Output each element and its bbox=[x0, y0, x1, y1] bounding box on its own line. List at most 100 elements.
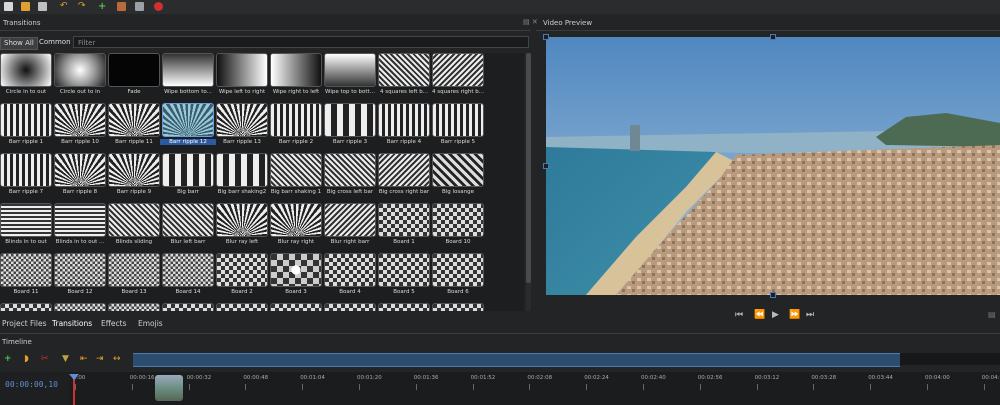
transition-tile[interactable]: Barr ripple 13 bbox=[216, 103, 268, 150]
transition-tile[interactable] bbox=[432, 303, 484, 311]
transition-tile[interactable]: Wipe top to bott... bbox=[324, 53, 376, 100]
transition-tile[interactable]: Big cross left bar bbox=[324, 153, 376, 200]
skip-start-icon[interactable]: ⏮ bbox=[735, 310, 743, 320]
timeline-zoom-bar[interactable] bbox=[133, 353, 900, 367]
transition-tile[interactable] bbox=[378, 303, 430, 311]
rewind-icon[interactable]: ⏪ bbox=[754, 310, 765, 320]
previous-marker-icon[interactable]: ⇤ bbox=[80, 354, 88, 364]
transition-tile[interactable]: Board 14 bbox=[162, 253, 214, 300]
open-folder-icon[interactable] bbox=[21, 2, 30, 11]
transition-tile[interactable]: Fade bbox=[108, 53, 160, 100]
resize-handle[interactable] bbox=[543, 34, 549, 40]
transition-thumbnail bbox=[54, 153, 106, 187]
next-marker-icon[interactable]: ⇥ bbox=[96, 354, 104, 364]
transition-tile[interactable]: Circle out to in bbox=[54, 53, 106, 100]
transition-tile[interactable]: Barr ripple 10 bbox=[54, 103, 106, 150]
transition-tile[interactable]: Blinds in to out bbox=[0, 203, 52, 250]
profile-icon[interactable] bbox=[117, 2, 126, 11]
ruler-tick bbox=[870, 384, 872, 390]
resize-handle[interactable] bbox=[770, 292, 776, 298]
filter-input[interactable]: Filter bbox=[73, 36, 529, 48]
ruler-tick-label: 00:03:12 bbox=[754, 375, 780, 381]
transition-tile[interactable]: Wipe right to left bbox=[270, 53, 322, 100]
transition-tile[interactable]: 4 squares right b... bbox=[432, 53, 484, 100]
undo-icon[interactable]: ↶ bbox=[60, 2, 69, 11]
show-all-button[interactable]: Show All bbox=[0, 37, 38, 50]
center-playhead-icon[interactable]: ↔ bbox=[113, 354, 121, 364]
transition-tile[interactable]: Board 4 bbox=[324, 253, 376, 300]
scrollbar-thumb[interactable] bbox=[526, 53, 531, 283]
resize-handle[interactable] bbox=[770, 34, 776, 40]
transition-tile[interactable] bbox=[216, 303, 268, 311]
transition-tile[interactable]: Wipe left to right bbox=[216, 53, 268, 100]
export-video-icon[interactable] bbox=[154, 2, 163, 11]
transition-tile[interactable]: Big losange bbox=[432, 153, 484, 200]
play-icon[interactable]: ▶ bbox=[772, 310, 779, 320]
transition-tile[interactable]: Board 5 bbox=[378, 253, 430, 300]
transition-tile[interactable]: Big barr bbox=[162, 153, 214, 200]
transition-tile[interactable]: Barr ripple 11 bbox=[108, 103, 160, 150]
transition-label: Blur ray left bbox=[225, 239, 259, 245]
transition-tile[interactable]: Blur ray right bbox=[270, 203, 322, 250]
transitions-scrollbar[interactable] bbox=[526, 53, 531, 311]
tab-project-files[interactable]: Project Files bbox=[2, 319, 47, 328]
transition-tile[interactable]: Board 3 bbox=[270, 253, 322, 300]
transition-tile[interactable]: Big barr shaking 1 bbox=[270, 153, 322, 200]
transition-tile[interactable]: Wipe bottom to... bbox=[162, 53, 214, 100]
fast-forward-icon[interactable]: ⏩ bbox=[789, 310, 800, 320]
transition-tile[interactable]: Blinds in to out ... bbox=[54, 203, 106, 250]
fullscreen-icon[interactable] bbox=[135, 2, 144, 11]
transition-tile[interactable]: Barr ripple 12 bbox=[160, 103, 216, 150]
tab-effects[interactable]: Effects bbox=[101, 319, 127, 328]
import-files-icon[interactable]: + bbox=[98, 2, 107, 12]
marker-icon[interactable]: ▼ bbox=[62, 354, 69, 364]
transition-tile[interactable]: Board 13 bbox=[108, 253, 160, 300]
transition-tile[interactable] bbox=[0, 303, 52, 311]
transition-tile[interactable]: Board 6 bbox=[432, 253, 484, 300]
transition-tile[interactable]: Board 10 bbox=[432, 203, 484, 250]
transition-tile[interactable]: Board 2 bbox=[216, 253, 268, 300]
resize-handle[interactable] bbox=[543, 163, 549, 169]
transition-tile[interactable]: Board 1 bbox=[378, 203, 430, 250]
skip-end-icon[interactable]: ⏭ bbox=[806, 310, 814, 320]
transition-tile[interactable]: Big cross right bar bbox=[378, 153, 430, 200]
transition-thumbnail bbox=[432, 253, 484, 287]
tab-emojis[interactable]: Emojis bbox=[138, 319, 163, 328]
transition-tile[interactable]: Big barr shaking2 bbox=[216, 153, 268, 200]
transition-tile[interactable]: Barr ripple 4 bbox=[378, 103, 430, 150]
transition-tile[interactable]: Blur right barr bbox=[324, 203, 376, 250]
transition-tile[interactable] bbox=[54, 303, 106, 311]
transition-tile[interactable] bbox=[324, 303, 376, 311]
add-track-icon[interactable]: + bbox=[4, 354, 12, 364]
video-preview-frame[interactable] bbox=[546, 37, 1000, 295]
common-button[interactable]: Common bbox=[36, 37, 74, 48]
transition-tile[interactable]: Barr ripple 2 bbox=[270, 103, 322, 150]
clip-thumbnail[interactable] bbox=[155, 375, 183, 401]
transition-tile[interactable]: 4 squares left b... bbox=[378, 53, 430, 100]
timeline-ruler[interactable]: 0:00 00:00:16 00:00:32 00:00:48 00:01:04 00:0… bbox=[70, 372, 1000, 405]
transition-tile[interactable]: Blinds sliding bbox=[108, 203, 160, 250]
new-project-icon[interactable] bbox=[4, 2, 13, 11]
transition-tile[interactable] bbox=[270, 303, 322, 311]
razor-icon[interactable]: ✂ bbox=[41, 354, 49, 364]
transition-tile[interactable]: Barr ripple 1 bbox=[0, 103, 52, 150]
transition-tile[interactable]: Barr ripple 5 bbox=[432, 103, 484, 150]
save-icon[interactable] bbox=[38, 2, 47, 11]
playhead-handle[interactable] bbox=[69, 374, 79, 380]
tab-transitions[interactable]: Transitions bbox=[52, 319, 92, 328]
transition-tile[interactable]: Barr ripple 9 bbox=[108, 153, 160, 200]
transition-tile[interactable]: Blur ray left bbox=[216, 203, 268, 250]
redo-icon[interactable]: ↷ bbox=[78, 2, 87, 11]
transition-tile[interactable]: Board 12 bbox=[54, 253, 106, 300]
transition-tile[interactable]: Blur left barr bbox=[162, 203, 214, 250]
transition-tile[interactable] bbox=[108, 303, 160, 311]
transition-tile[interactable]: Board 11 bbox=[0, 253, 52, 300]
transition-tile[interactable]: Barr ripple 7 bbox=[0, 153, 52, 200]
transition-tile[interactable]: Barr ripple 3 bbox=[324, 103, 376, 150]
transition-tile[interactable]: Barr ripple 8 bbox=[54, 153, 106, 200]
dock-icon[interactable]: ▤ bbox=[988, 310, 996, 319]
panel-float-icon[interactable]: ▤ ✕ bbox=[523, 18, 538, 26]
transition-tile[interactable] bbox=[162, 303, 214, 311]
snap-icon[interactable]: ◗ bbox=[24, 354, 29, 364]
transition-tile[interactable]: Circle in to out bbox=[0, 53, 52, 100]
